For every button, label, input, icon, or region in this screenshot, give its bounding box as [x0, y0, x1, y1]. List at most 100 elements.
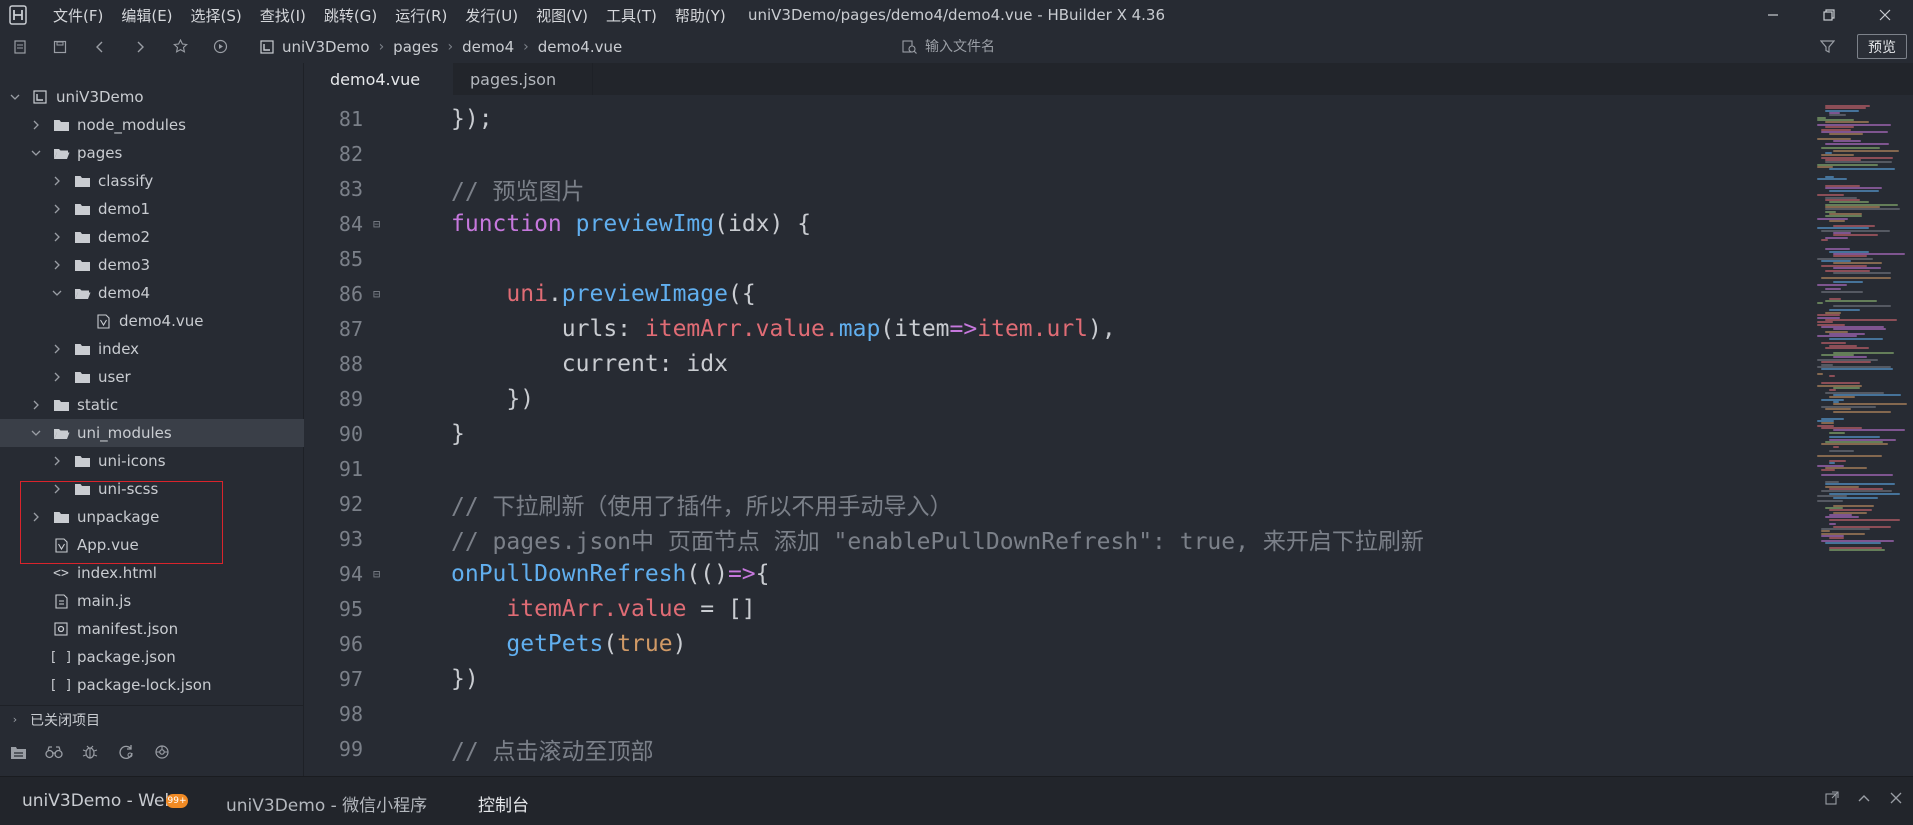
- code-line: 99 // 点击滚动至顶部: [313, 731, 1803, 766]
- minimap-line: [1833, 281, 1863, 284]
- tree-item-unpackage[interactable]: unpackage: [0, 503, 304, 531]
- refresh-search-icon[interactable]: [108, 737, 144, 767]
- tree-item-demo1[interactable]: demo1: [0, 195, 304, 223]
- tree-item-demo4[interactable]: demo4: [0, 279, 304, 307]
- menu-edit[interactable]: 编辑(E): [112, 5, 181, 26]
- preview-button[interactable]: 预览: [1857, 34, 1907, 59]
- breadcrumb-pages[interactable]: pages: [393, 38, 438, 56]
- chevron-right-icon[interactable]: [50, 230, 64, 244]
- chevron-right-icon[interactable]: [29, 510, 43, 524]
- tree-item-user[interactable]: user: [0, 363, 304, 391]
- minimap-line: [1825, 236, 1848, 239]
- chevron-up-icon[interactable]: [1857, 791, 1871, 805]
- tree-item-label: node_modules: [77, 116, 186, 134]
- menu-run[interactable]: 运行(R): [386, 5, 456, 26]
- fold-collapse-icon[interactable]: ⊟: [373, 217, 393, 231]
- chevron-down-icon[interactable]: [50, 286, 64, 300]
- chevron-right-icon[interactable]: [50, 174, 64, 188]
- breadcrumb-demo4[interactable]: demo4: [462, 38, 514, 56]
- chevron-right-icon[interactable]: [29, 398, 43, 412]
- chevron-right-icon[interactable]: [50, 370, 64, 384]
- closed-projects-section[interactable]: › 已关闭项目: [0, 705, 304, 733]
- tree-item-node-modules[interactable]: node_modules: [0, 111, 304, 139]
- menu-select[interactable]: 选择(S): [182, 5, 251, 26]
- project-manager-icon[interactable]: [0, 737, 36, 767]
- tab-web-console[interactable]: uniV3Demo - Web: [22, 791, 175, 811]
- tab-wechat-miniprogram[interactable]: uniV3Demo - 微信小程序: [226, 791, 427, 816]
- plugin-icon[interactable]: [144, 737, 180, 767]
- tree-item-app-vue[interactable]: App.vue: [0, 531, 304, 559]
- tree-item-uni-scss[interactable]: uni-scss: [0, 475, 304, 503]
- tree-item-uni-modules[interactable]: uni_modules: [0, 419, 304, 447]
- menu-find[interactable]: 查找(I): [251, 5, 315, 26]
- chevron-right-icon[interactable]: [50, 342, 64, 356]
- breadcrumb: uniV3Demo › pages › demo4 › demo4.vue: [260, 38, 622, 56]
- minimap-line: [1817, 314, 1840, 317]
- chevron-down-icon[interactable]: [29, 426, 43, 440]
- minimap-line: [1821, 361, 1871, 364]
- code-line: 85: [313, 241, 1803, 276]
- tree-item-main-js[interactable]: main.js: [0, 587, 304, 615]
- code-text: function previewImg(idx) {: [451, 211, 811, 237]
- tree-item-index-html[interactable]: <> index.html: [0, 559, 304, 587]
- menu-tools[interactable]: 工具(T): [597, 5, 666, 26]
- tree-item-demo3[interactable]: demo3: [0, 251, 304, 279]
- binoculars-icon[interactable]: [36, 737, 72, 767]
- chevron-right-icon[interactable]: [50, 202, 64, 216]
- tree-item-package-json[interactable]: [ ] package.json: [0, 643, 304, 671]
- run-icon[interactable]: [200, 30, 240, 63]
- tree-item-package-lock-json[interactable]: [ ] package-lock.json: [0, 671, 304, 693]
- tab-pages-json[interactable]: pages.json: [453, 63, 593, 95]
- tree-item-manifest-json[interactable]: manifest.json: [0, 615, 304, 643]
- menu-help[interactable]: 帮助(Y): [666, 5, 735, 26]
- tree-item-label: demo4.vue: [119, 312, 204, 330]
- debug-bug-icon[interactable]: [72, 737, 108, 767]
- menu-publish[interactable]: 发行(U): [456, 5, 527, 26]
- menu-file[interactable]: 文件(F): [44, 5, 112, 26]
- chevron-down-icon[interactable]: [8, 90, 22, 104]
- fold-collapse-icon[interactable]: ⊟: [373, 287, 393, 301]
- tab-demo4-vue[interactable]: demo4.vue: [313, 63, 453, 95]
- close-panel-icon[interactable]: [1889, 791, 1903, 805]
- restore-icon[interactable]: [1801, 0, 1857, 30]
- fold-collapse-icon[interactable]: ⊟: [373, 567, 393, 581]
- tree-item-classify[interactable]: classify: [0, 167, 304, 195]
- tree-item-demo4-vue[interactable]: demo4.vue: [0, 307, 304, 335]
- code-area[interactable]: 81 }); 82 83 // 预览图片 84 ⊟ function previe…: [313, 101, 1803, 776]
- line-number: 97: [338, 666, 363, 691]
- minimap[interactable]: [1813, 101, 1913, 776]
- vue-file-icon: [93, 313, 113, 329]
- code-token: = []: [686, 595, 756, 622]
- close-icon[interactable]: [1857, 0, 1913, 30]
- back-icon[interactable]: [80, 30, 120, 63]
- code-token: (item: [880, 315, 950, 342]
- minimize-icon[interactable]: [1745, 0, 1801, 30]
- chevron-right-icon[interactable]: [50, 454, 64, 468]
- tree-item-univ3demo[interactable]: uniV3Demo: [0, 83, 304, 111]
- code-line: 91: [313, 451, 1803, 486]
- chevron-right-icon[interactable]: [29, 118, 43, 132]
- menu-goto[interactable]: 跳转(G): [315, 5, 386, 26]
- breadcrumb-file[interactable]: demo4.vue: [538, 38, 622, 56]
- new-file-icon[interactable]: [0, 30, 40, 63]
- code-operator: =>: [727, 560, 756, 587]
- tab-console[interactable]: 控制台: [478, 791, 529, 816]
- line-number: 91: [338, 456, 363, 481]
- code-token: (: [603, 630, 618, 657]
- tree-item-uni-icons[interactable]: uni-icons: [0, 447, 304, 475]
- file-search-input[interactable]: [925, 38, 1225, 55]
- tree-item-index[interactable]: index: [0, 335, 304, 363]
- open-external-icon[interactable]: [1825, 791, 1839, 805]
- tree-item-demo2[interactable]: demo2: [0, 223, 304, 251]
- chevron-down-icon[interactable]: [29, 146, 43, 160]
- chevron-right-icon[interactable]: [50, 482, 64, 496]
- forward-icon[interactable]: [120, 30, 160, 63]
- breadcrumb-project[interactable]: uniV3Demo: [282, 38, 370, 56]
- tree-item-static[interactable]: static: [0, 391, 304, 419]
- save-icon[interactable]: [40, 30, 80, 63]
- tree-item-pages[interactable]: pages: [0, 139, 304, 167]
- chevron-right-icon[interactable]: [50, 258, 64, 272]
- star-icon[interactable]: [160, 30, 200, 63]
- filter-icon[interactable]: [1812, 30, 1842, 63]
- menu-view[interactable]: 视图(V): [527, 5, 597, 26]
